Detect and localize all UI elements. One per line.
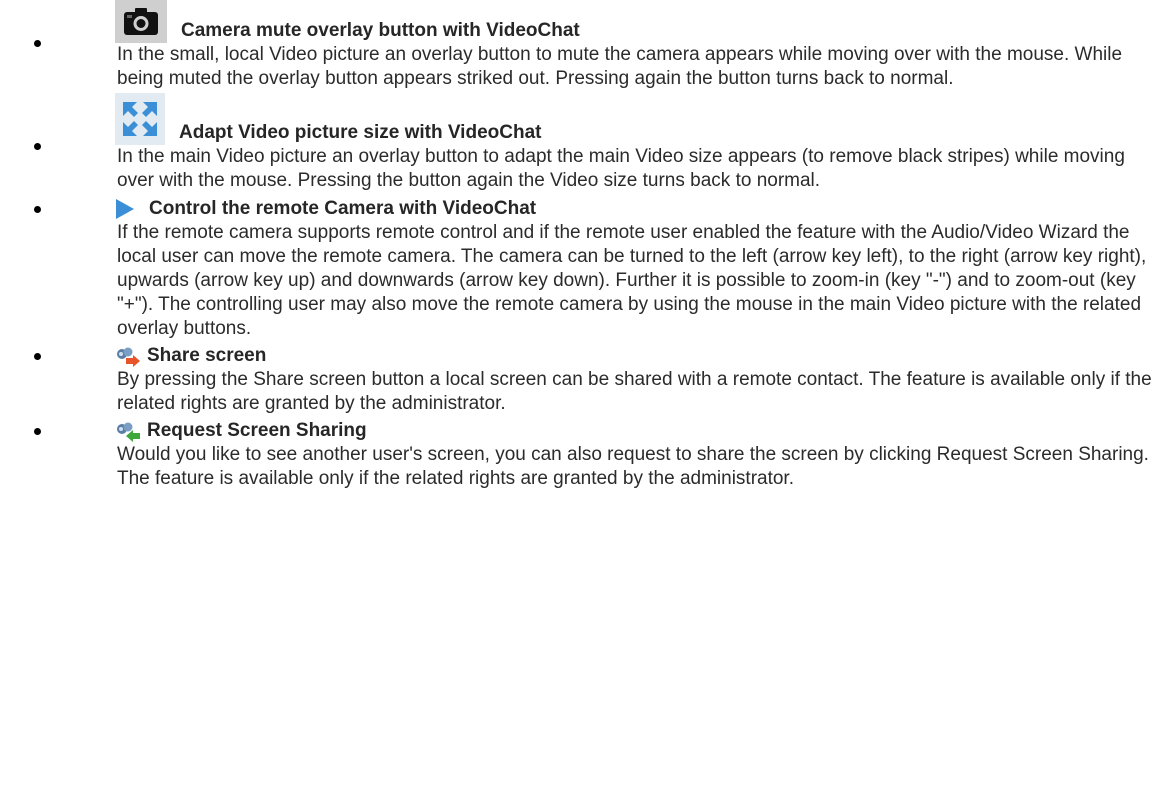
bullet [34, 206, 41, 213]
feature-title: Control the remote Camera with VideoChat [149, 198, 537, 219]
feature-item-request-sharing: Request Screen Sharing Would you like to… [0, 419, 1176, 491]
feature-description: Would you like to see another user's scr… [117, 444, 1149, 489]
feature-item-remote-camera: Control the remote Camera with VideoChat… [0, 197, 1176, 341]
feature-item-adapt-video: Adapt Video picture size with VideoChat … [0, 93, 1176, 193]
feature-description: By pressing the Share screen button a lo… [117, 369, 1152, 414]
feature-title: Camera mute overlay button with VideoCha… [181, 20, 580, 41]
feature-item-share-screen: Share screen By pressing the Share scree… [0, 344, 1176, 416]
bullet [34, 143, 41, 150]
bullet [34, 353, 41, 360]
request-screen-icon [115, 419, 141, 443]
feature-title: Request Screen Sharing [147, 420, 367, 441]
feature-title: Adapt Video picture size with VideoChat [179, 122, 542, 143]
bullet [34, 40, 41, 47]
camera-icon [115, 0, 167, 43]
feature-title: Share screen [147, 345, 267, 366]
feature-list: Camera mute overlay button with VideoCha… [0, 0, 1176, 491]
expand-arrows-icon [115, 93, 165, 145]
play-triangle-icon [115, 197, 137, 221]
bullet [34, 428, 41, 435]
share-screen-icon [115, 344, 141, 368]
feature-item-camera-mute: Camera mute overlay button with VideoCha… [0, 0, 1176, 91]
feature-description: In the small, local Video picture an ove… [117, 44, 1123, 89]
feature-description: In the main Video picture an overlay but… [117, 146, 1125, 191]
feature-description: If the remote camera supports remote con… [117, 222, 1147, 339]
